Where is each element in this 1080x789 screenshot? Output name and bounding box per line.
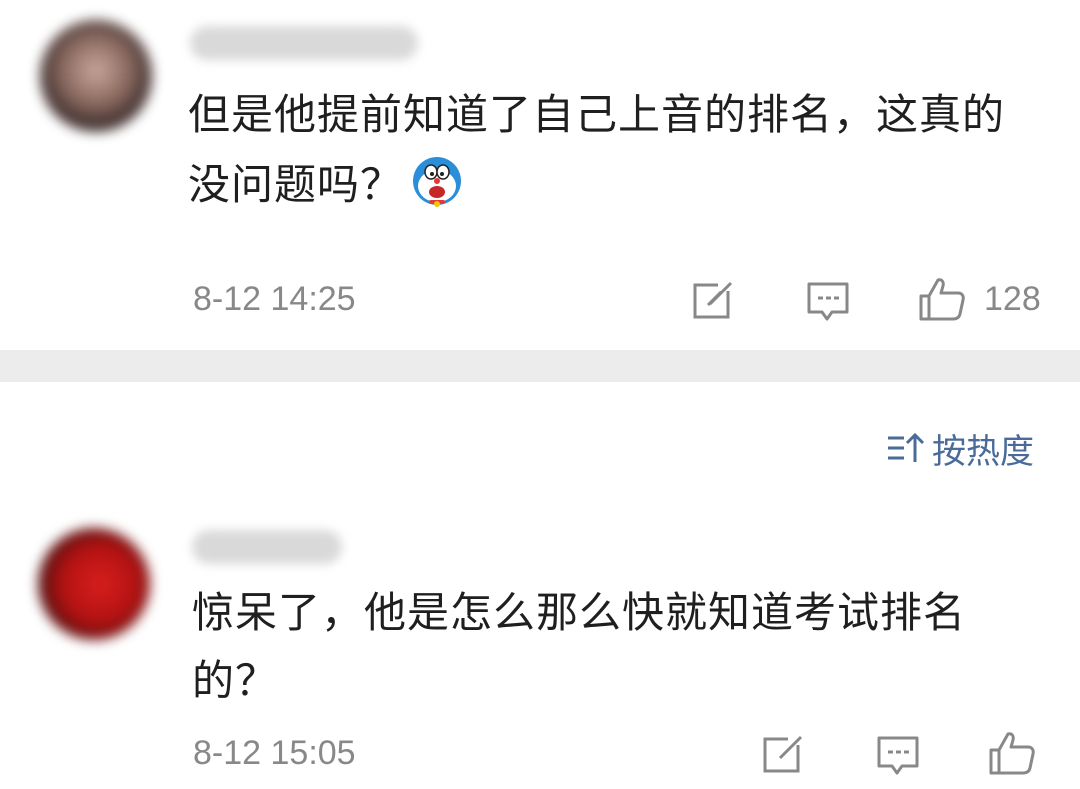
avatar[interactable] [40, 20, 152, 132]
section-divider [0, 350, 1080, 382]
timestamp: 8-12 15:05 [193, 734, 356, 772]
like-button[interactable] [988, 730, 1036, 780]
reply-button[interactable] [876, 734, 920, 782]
doraemon-emoji-icon [411, 155, 463, 228]
like-button[interactable] [918, 276, 966, 326]
share-icon [763, 735, 803, 773]
sort-label: 按热度 [932, 432, 1034, 472]
comment-text-span: 没问题吗？ [188, 160, 404, 209]
like-icon [989, 732, 1035, 775]
username-blurred[interactable] [190, 26, 418, 60]
sort-icon [888, 432, 925, 462]
comment-text-line: 惊呆了，他是怎么那么快就知道考试排名 [192, 588, 967, 637]
like-icon [919, 278, 965, 321]
like-count: 128 [984, 280, 1041, 318]
avatar[interactable] [38, 528, 150, 640]
share-button[interactable] [692, 280, 734, 324]
comment-text-line: 但是他提前知道了自己上音的排名，这真的 [188, 90, 1006, 139]
comment-text-line: 没问题吗？ [188, 150, 463, 228]
reply-icon [877, 736, 919, 775]
reply-button[interactable] [806, 280, 850, 328]
reply-icon [807, 282, 849, 321]
share-button[interactable] [762, 734, 804, 778]
sort-by-hot-button[interactable]: 按热度 [886, 424, 1034, 473]
comment-text-line: 的？ [192, 656, 279, 705]
timestamp: 8-12 14:25 [193, 280, 356, 318]
share-icon [693, 281, 733, 319]
username-blurred[interactable] [192, 530, 342, 564]
